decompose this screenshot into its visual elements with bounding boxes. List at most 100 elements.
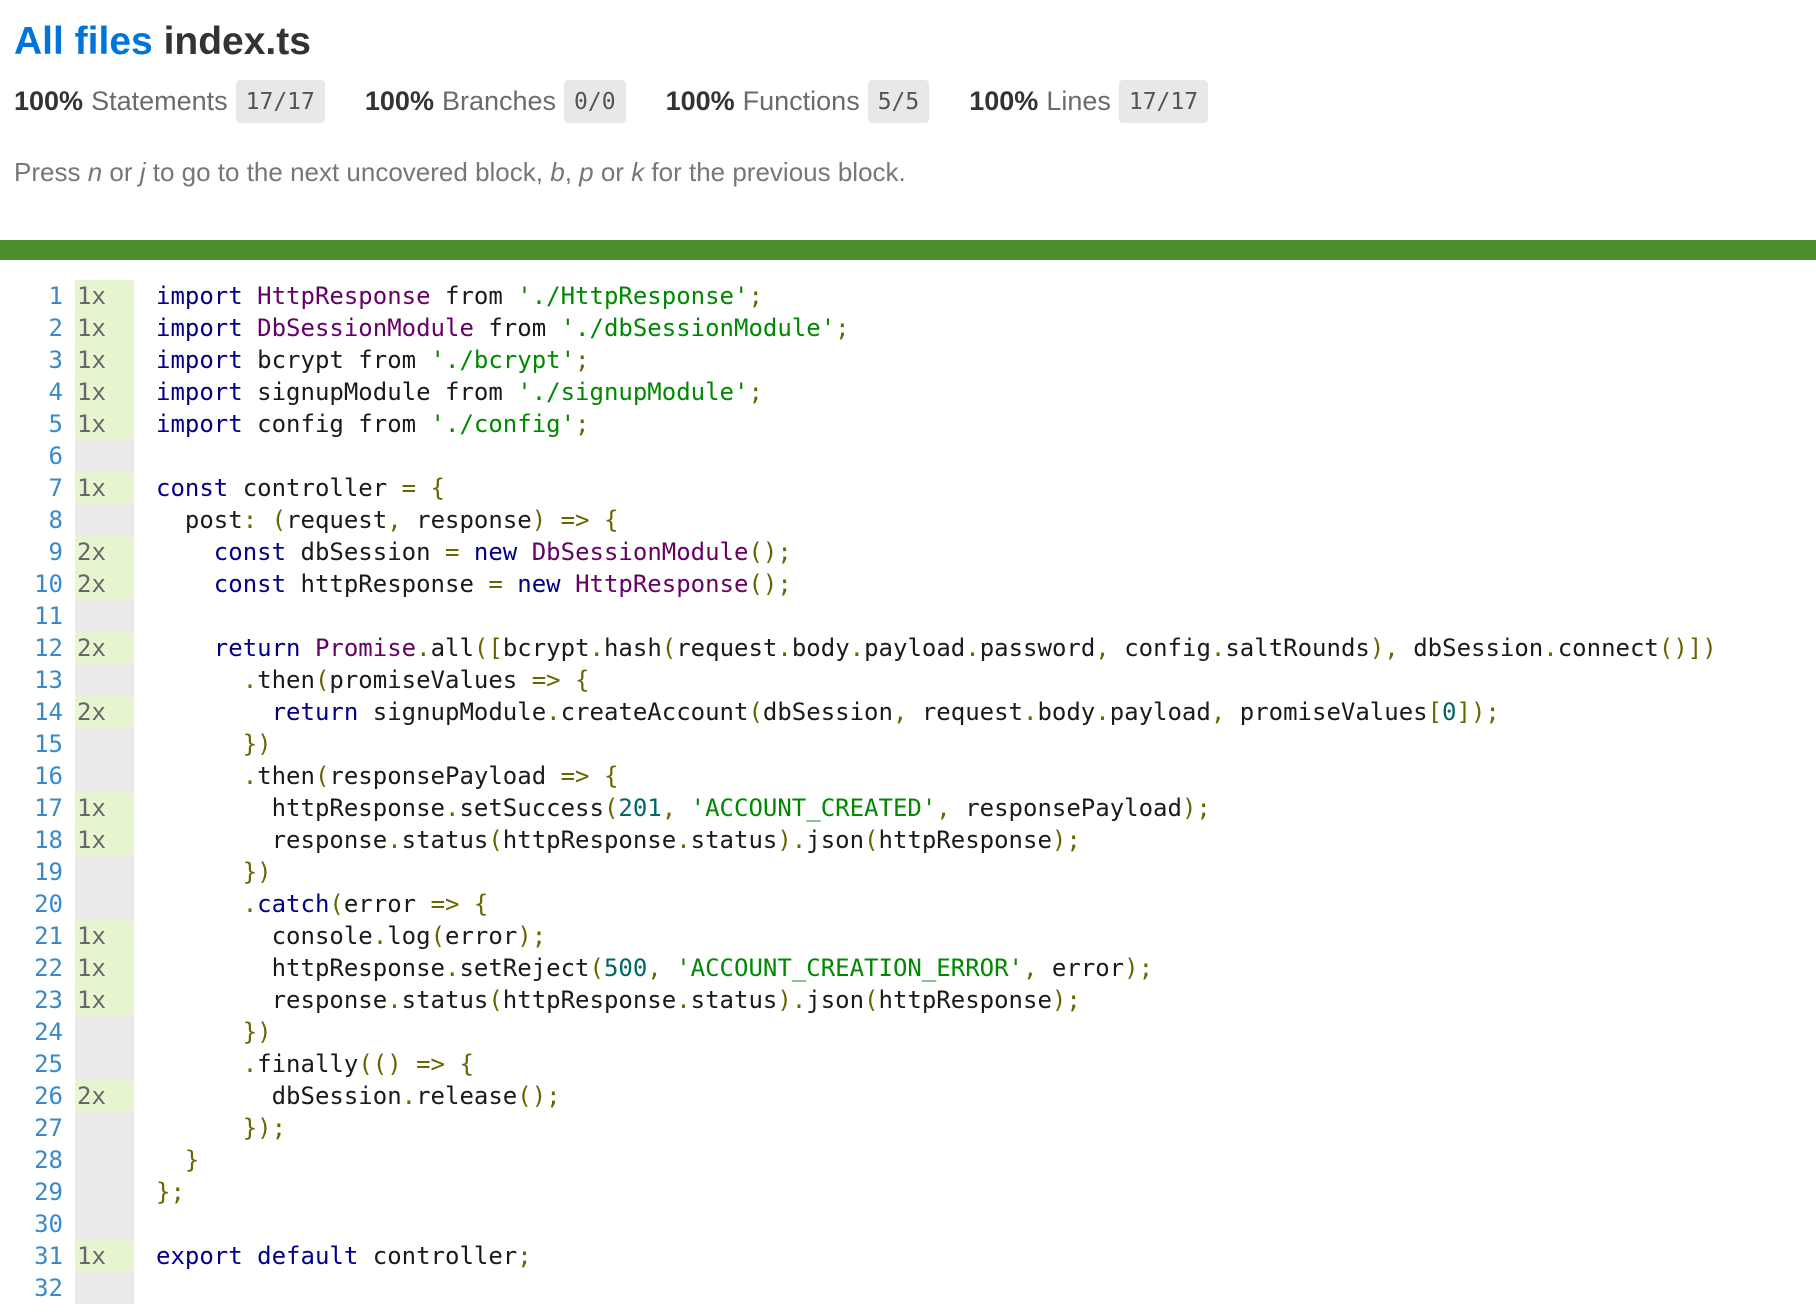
- code-token: 'ACCOUNT_CREATED': [690, 794, 937, 822]
- hit-count: 2x: [75, 568, 134, 600]
- code-token: payload: [864, 634, 966, 662]
- line-number[interactable]: 23: [0, 984, 64, 1016]
- line-number[interactable]: 13: [0, 664, 64, 696]
- hint-text: ,: [564, 157, 580, 187]
- keyboard-hint: Press n or j to go to the next uncovered…: [14, 157, 1802, 188]
- metric-percent: 100%: [665, 86, 735, 116]
- line-number[interactable]: 28: [0, 1144, 64, 1176]
- report-header: All files index.ts 100% Statements 17/17…: [0, 0, 1816, 188]
- line-number[interactable]: 2: [0, 312, 64, 344]
- line-number[interactable]: 14: [0, 696, 64, 728]
- code-token: HttpResponse: [257, 282, 431, 310]
- code-line: 20 .catch(error => {: [0, 888, 1816, 920]
- line-number[interactable]: 8: [0, 504, 64, 536]
- hit-count: 2x: [75, 1080, 134, 1112]
- code-token: );: [1181, 794, 1211, 822]
- line-number[interactable]: 18: [0, 824, 64, 856]
- code-token: dbSession: [1398, 634, 1544, 662]
- line-number[interactable]: 12: [0, 632, 64, 664]
- hit-count: [75, 1176, 134, 1208]
- line-number[interactable]: 32: [0, 1272, 64, 1304]
- hit-count: 1x: [75, 376, 134, 408]
- source-text: const httpResponse = new HttpResponse();: [134, 568, 792, 600]
- hint-key-n: n: [87, 157, 103, 187]
- line-number[interactable]: 25: [0, 1048, 64, 1080]
- line-number[interactable]: 31: [0, 1240, 64, 1272]
- hit-count: 1x: [75, 920, 134, 952]
- code-token: (: [488, 986, 503, 1014]
- code-token: json: [806, 986, 865, 1014]
- code-token: httpResponse: [286, 570, 489, 598]
- line-number[interactable]: 7: [0, 472, 64, 504]
- code-token: ();: [517, 1082, 561, 1110]
- source-text: .then(promiseValues => {: [134, 664, 590, 696]
- code-token: request: [907, 698, 1023, 726]
- code-token: body: [791, 634, 850, 662]
- code-token: controller: [358, 1242, 518, 1270]
- code-token: response: [156, 826, 388, 854]
- line-number[interactable]: 20: [0, 888, 64, 920]
- line-number[interactable]: 22: [0, 952, 64, 984]
- code-token: dbSession: [286, 538, 445, 566]
- code-token: httpResponse: [502, 986, 677, 1014]
- metric-name: Functions: [742, 86, 860, 116]
- line-number[interactable]: 5: [0, 408, 64, 440]
- code-token: .: [416, 634, 431, 662]
- code-line: 7 1x const controller = {: [0, 472, 1816, 504]
- line-number[interactable]: 9: [0, 536, 64, 568]
- metric-name: Branches: [441, 86, 557, 116]
- line-number[interactable]: 29: [0, 1176, 64, 1208]
- code-token: './dbSessionModule': [560, 314, 836, 342]
- code-token: error: [445, 922, 518, 950]
- line-number[interactable]: 19: [0, 856, 64, 888]
- hint-text: or: [593, 157, 632, 187]
- metric-functions: 100% Functions 5/5: [666, 80, 930, 123]
- source-text: });: [134, 1112, 286, 1144]
- code-token: ()]): [1658, 634, 1717, 662]
- code-token: .: [1210, 634, 1226, 662]
- hint-text: or: [102, 157, 140, 187]
- source-text: return Promise.all([bcrypt.hash(request.…: [134, 632, 1717, 664]
- line-number[interactable]: 16: [0, 760, 64, 792]
- source-text: response.status(httpResponse.status).jso…: [134, 984, 1081, 1016]
- code-token: (: [314, 762, 330, 790]
- line-number[interactable]: 11: [0, 600, 64, 632]
- source-text: [134, 600, 156, 632]
- line-number[interactable]: 15: [0, 728, 64, 760]
- code-line: 16 .then(responsePayload => {: [0, 760, 1816, 792]
- line-number[interactable]: 27: [0, 1112, 64, 1144]
- line-number[interactable]: 21: [0, 920, 64, 952]
- source-text: import config from './config';: [134, 408, 590, 440]
- hint-key-p: p: [579, 157, 594, 187]
- code-token: =: [488, 570, 503, 598]
- line-number[interactable]: 26: [0, 1080, 64, 1112]
- line-number[interactable]: 4: [0, 376, 64, 408]
- code-token: 0: [1442, 698, 1457, 726]
- source-text: response.status(httpResponse.status).jso…: [134, 824, 1081, 856]
- line-number[interactable]: 10: [0, 568, 64, 600]
- code-line: 29};: [0, 1176, 1816, 1208]
- code-token: status: [401, 986, 489, 1014]
- code-token: hash: [603, 634, 662, 662]
- hit-count: [75, 728, 134, 760]
- line-number[interactable]: 3: [0, 344, 64, 376]
- line-number[interactable]: 24: [0, 1016, 64, 1048]
- code-token: (: [661, 634, 677, 662]
- code-token: HttpResponse: [575, 570, 749, 598]
- code-line: 11: [0, 600, 1816, 632]
- all-files-link[interactable]: All files: [14, 20, 153, 63]
- line-number[interactable]: 6: [0, 440, 64, 472]
- line-number[interactable]: 30: [0, 1208, 64, 1240]
- line-number[interactable]: 1: [0, 280, 64, 312]
- hit-count: 1x: [75, 312, 134, 344]
- code-token: .: [1543, 634, 1558, 662]
- line-number[interactable]: 17: [0, 792, 64, 824]
- code-token: (: [430, 922, 446, 950]
